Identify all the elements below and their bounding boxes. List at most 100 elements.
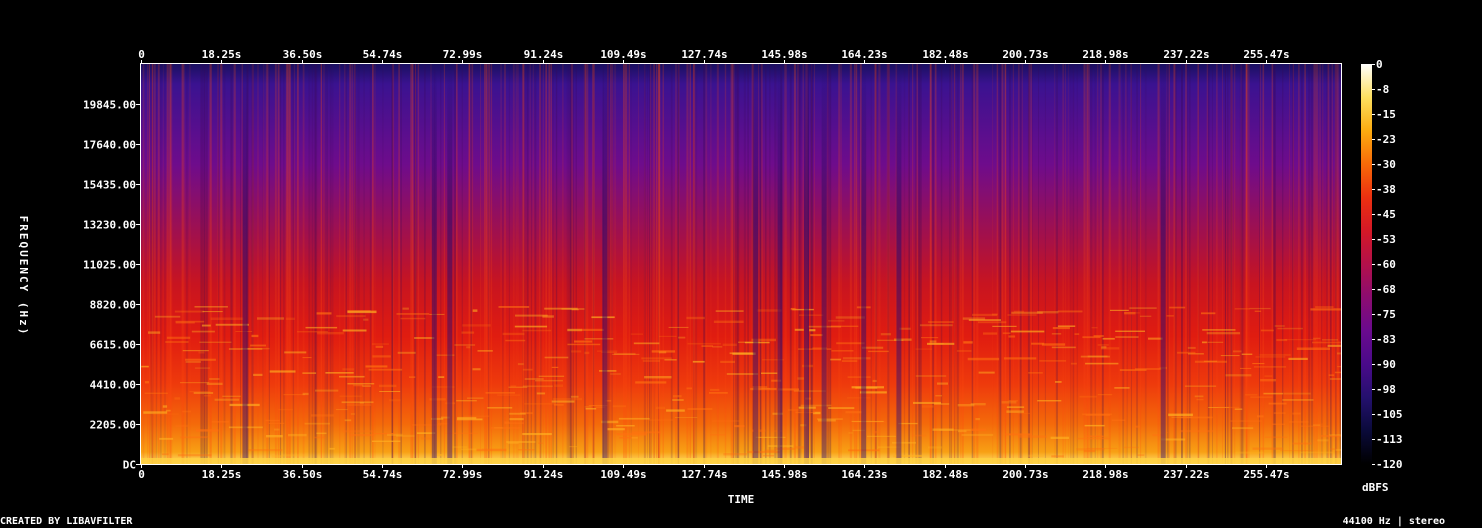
texture-stripe xyxy=(675,64,677,464)
texture-harmonic xyxy=(928,446,943,449)
texture-stripe xyxy=(609,64,611,464)
texture-stripe xyxy=(647,64,648,464)
texture-stripe xyxy=(500,64,502,464)
texture-harmonic xyxy=(1259,353,1291,356)
texture-stripe xyxy=(592,64,595,464)
texture-stripe xyxy=(689,64,691,464)
texture-stripe xyxy=(1068,64,1069,464)
texture-harmonic xyxy=(678,336,686,339)
texture-stripe xyxy=(508,64,510,464)
texture-harmonic xyxy=(1314,423,1323,426)
texture-harmonic xyxy=(617,433,647,436)
texture-harmonic xyxy=(794,328,804,331)
texture-stripe xyxy=(887,64,888,464)
texture-stripe xyxy=(743,64,746,464)
texture-harmonic xyxy=(350,413,356,415)
y-tick-label: 4410.00 xyxy=(90,379,136,392)
texture-stripe xyxy=(288,64,291,464)
texture-stripe xyxy=(339,64,341,464)
texture-harmonic xyxy=(339,395,362,398)
y-axis-title: FREQUENCY (Hz) xyxy=(17,216,30,337)
texture-harmonic xyxy=(797,377,804,380)
texture-harmonic xyxy=(1288,357,1308,360)
texture-harmonic xyxy=(967,357,1000,361)
texture-harmonic xyxy=(506,441,536,443)
texture-stripe xyxy=(1055,64,1058,464)
texture-harmonic xyxy=(302,392,309,396)
texture-harmonic xyxy=(692,360,705,363)
texture-stripe xyxy=(430,64,432,464)
texture-harmonic xyxy=(992,325,1017,327)
texture-stripe xyxy=(1083,64,1086,464)
texture-gap xyxy=(753,64,759,464)
texture-stripe xyxy=(662,64,664,464)
texture-harmonic xyxy=(341,401,374,404)
texture-harmonic xyxy=(476,448,507,452)
colorbar-tick-label: -90 xyxy=(1376,358,1396,371)
y-tick-label: 8820.00 xyxy=(90,299,136,312)
texture-harmonic xyxy=(1087,355,1108,358)
texture-harmonic xyxy=(828,320,845,322)
texture-harmonic xyxy=(968,319,1001,321)
texture-harmonic xyxy=(710,388,720,391)
texture-stripe xyxy=(160,64,162,464)
texture-harmonic xyxy=(375,345,384,348)
texture-harmonic xyxy=(1284,339,1317,341)
texture-harmonic xyxy=(1057,310,1083,313)
texture-stripe xyxy=(1339,64,1341,464)
texture-stripe xyxy=(895,64,896,464)
texture-harmonic xyxy=(1079,395,1097,398)
texture-harmonic xyxy=(1253,366,1287,368)
texture-stripe xyxy=(1227,64,1229,464)
texture-harmonic xyxy=(1230,420,1262,422)
texture-harmonic xyxy=(631,437,638,439)
texture-stripe xyxy=(562,64,564,464)
texture-stripe xyxy=(1336,64,1339,464)
texture-harmonic xyxy=(872,379,877,383)
texture-harmonic xyxy=(612,353,640,355)
texture-stripe xyxy=(829,64,832,464)
texture-harmonic xyxy=(497,394,521,396)
texture-harmonic xyxy=(795,446,804,449)
texture-harmonic xyxy=(851,386,884,389)
texture-harmonic xyxy=(265,419,280,422)
texture-stripe xyxy=(735,64,737,464)
texture-harmonic xyxy=(193,392,214,394)
y-tick-label: 2205.00 xyxy=(90,419,136,432)
texture-harmonic xyxy=(963,341,973,344)
x-tick-label: 54.74s xyxy=(363,48,403,61)
texture-harmonic xyxy=(734,425,745,428)
colorbar-tick-label: -120 xyxy=(1376,458,1403,471)
texture-harmonic xyxy=(1225,374,1252,377)
x-tick-label: 72.99s xyxy=(443,48,483,61)
texture-stripe xyxy=(1241,64,1243,464)
texture-stripe xyxy=(695,64,698,464)
texture-harmonic xyxy=(1092,436,1109,438)
texture-harmonic xyxy=(1028,372,1043,374)
texture-harmonic xyxy=(437,422,449,425)
texture-harmonic xyxy=(1110,309,1129,311)
texture-harmonic xyxy=(712,345,723,348)
texture-harmonic xyxy=(1102,337,1115,340)
colorbar-tick-label: -23 xyxy=(1376,133,1396,146)
texture-stripe xyxy=(391,64,394,464)
texture-harmonic xyxy=(438,376,445,378)
texture-harmonic xyxy=(867,435,896,437)
x-tick-label: 0 xyxy=(138,48,145,61)
texture-stripe xyxy=(1181,64,1182,464)
texture-harmonic xyxy=(701,345,713,347)
texture-harmonic xyxy=(616,425,635,427)
texture-stripe xyxy=(1206,64,1208,464)
texture-harmonic xyxy=(553,404,564,406)
texture-stripe xyxy=(415,64,416,464)
texture-harmonic xyxy=(141,365,149,368)
texture-harmonic xyxy=(674,417,698,418)
texture-stripe xyxy=(1262,64,1265,464)
texture-stripe xyxy=(785,64,787,464)
texture-harmonic xyxy=(1077,437,1110,440)
texture-harmonic xyxy=(831,325,859,327)
texture-harmonic xyxy=(544,356,569,359)
y-tick-label: 17640.00 xyxy=(83,139,136,152)
texture-harmonic xyxy=(362,385,371,387)
x-tick-label: 164.23s xyxy=(841,48,887,61)
